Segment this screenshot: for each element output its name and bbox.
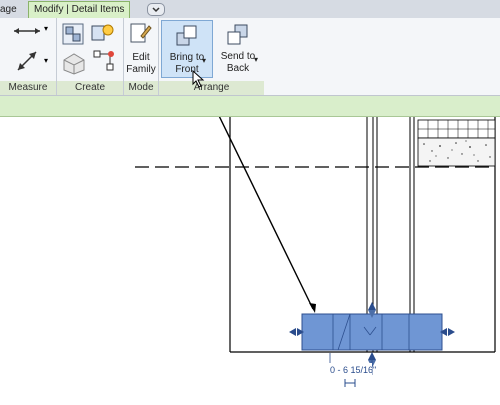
bring-to-front-icon (175, 23, 199, 51)
ribbon: ▾ ▾ Measure Create Edit Family Mode Brin… (0, 18, 500, 96)
edit-family-button[interactable]: Edit Family (124, 52, 158, 76)
mouse-cursor-icon (192, 69, 206, 93)
edit-family-icon[interactable] (129, 22, 153, 49)
edit-family-label-line1: Edit (132, 52, 150, 63)
panel-mode: Edit Family Mode (124, 18, 159, 95)
ribbon-tab-bar: age Modify | Detail Items (0, 0, 500, 19)
dropdown-arrow-icon: ▾ (254, 55, 259, 64)
panel-measure: ▾ ▾ Measure (0, 18, 57, 95)
panel-label-measure: Measure (0, 81, 56, 95)
dropdown-arrow-icon[interactable]: ▾ (44, 24, 48, 33)
panel-arrange: Bring to Front ▾ Send to Back ▾ Arrange (159, 18, 264, 95)
measure-tool-icon[interactable] (14, 48, 40, 79)
dimension-text[interactable]: 0 - 6 15/16" (330, 365, 376, 375)
dropdown-arrow-icon[interactable]: ▾ (44, 56, 48, 65)
dropdown-arrow-icon: ▾ (202, 56, 207, 65)
panel-label-create: Create (57, 81, 123, 95)
aligned-dimension-icon[interactable] (12, 24, 42, 43)
panel-label-arrange: Arrange (159, 81, 264, 95)
selected-detail-item[interactable] (301, 313, 443, 351)
create-assembly-icon[interactable] (89, 22, 115, 51)
send-to-back-icon (226, 22, 250, 50)
create-group-icon[interactable] (61, 22, 85, 51)
create-parts-icon[interactable] (61, 50, 87, 81)
send-to-back-button[interactable]: Send to Back ▾ (214, 20, 262, 76)
tab-modify-detail-items[interactable]: Modify | Detail Items (28, 1, 131, 18)
minimize-ribbon-icon[interactable] (147, 3, 165, 16)
edit-family-label-line2: Family (126, 64, 156, 75)
panel-label-mode: Mode (124, 81, 158, 95)
drawing-canvas[interactable]: 0 - 6 15/16" (0, 86, 500, 400)
options-bar (0, 96, 500, 117)
similar-placement-icon[interactable] (91, 48, 117, 79)
tab-partial[interactable]: age (0, 2, 17, 17)
panel-create: Create (57, 18, 124, 95)
